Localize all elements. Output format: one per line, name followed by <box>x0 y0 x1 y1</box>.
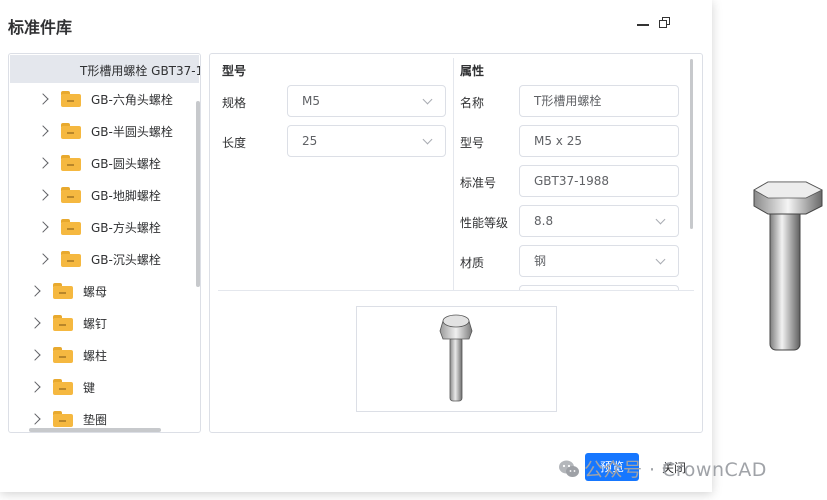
bolt-preview-icon <box>439 314 473 402</box>
folder-icon <box>53 315 73 331</box>
folder-icon <box>61 123 81 139</box>
chevron-down-icon <box>422 134 433 145</box>
tree-item[interactable]: GB-地脚螺栓 <box>37 183 161 207</box>
length-value: 25 <box>302 134 318 148</box>
chevron-right-icon[interactable] <box>37 189 49 201</box>
chevron-down-icon <box>422 94 433 105</box>
folder-icon <box>53 411 73 427</box>
chevron-right-icon[interactable] <box>37 253 49 265</box>
tree-item[interactable]: GB-半圆头螺栓 <box>37 119 173 143</box>
section-divider <box>453 58 454 290</box>
folder-icon <box>61 219 81 235</box>
material-label: 材质 <box>460 256 485 270</box>
tree-vertical-scrollbar[interactable] <box>196 101 200 287</box>
tree-item-label: GB-沉头螺栓 <box>91 252 161 267</box>
minimize-icon[interactable] <box>636 16 650 30</box>
folder-icon <box>61 187 81 203</box>
watermark-text: 公众号 · CrownCAD <box>584 459 767 481</box>
chevron-right-icon[interactable] <box>37 221 49 233</box>
tree-item-label: 螺钉 <box>83 316 108 331</box>
watermark: 公众号 · CrownCAD <box>558 455 767 482</box>
material-value: 钢 <box>534 254 547 268</box>
bolt-3d-icon <box>753 181 823 351</box>
folder-icon <box>53 283 73 299</box>
folder-icon <box>53 379 73 395</box>
tree-item[interactable]: 螺母 <box>29 279 108 303</box>
chevron-right-icon[interactable] <box>37 157 49 169</box>
tree-item-label: T形槽用螺栓 GBT37-1 <box>80 64 201 78</box>
chevron-right-icon[interactable] <box>37 125 49 137</box>
chevron-right-icon[interactable] <box>29 349 41 361</box>
folder-icon <box>61 155 81 171</box>
chevron-right-icon[interactable] <box>29 381 41 393</box>
chevron-down-icon <box>655 214 666 225</box>
tree-item-label: 垫圈 <box>83 412 108 427</box>
preview-image <box>356 306 557 412</box>
spec-select[interactable]: M5 <box>287 85 446 117</box>
tree-item-label: 键 <box>83 380 96 395</box>
tree-item-label: GB-地脚螺栓 <box>91 188 161 203</box>
tree-item-selected[interactable]: T形槽用螺栓 GBT37-1 <box>10 55 201 83</box>
name-label: 名称 <box>460 96 485 110</box>
tree-horizontal-scrollbar[interactable] <box>29 428 161 432</box>
tree-item[interactable]: GB-方头螺栓 <box>37 215 161 239</box>
dialog-title: 标准件库 <box>8 18 73 37</box>
material-select[interactable]: 钢 <box>519 245 679 277</box>
tree-item-label: GB-方头螺栓 <box>91 220 161 235</box>
model-section-title: 型号 <box>222 64 247 78</box>
wechat-icon <box>559 460 579 477</box>
chevron-right-icon[interactable] <box>37 93 49 105</box>
standard-parts-dialog: 标准件库 T形槽用螺栓 GBT37-1 GB-六角头螺栓 GB-半圆头螺栓 GB… <box>0 0 712 492</box>
tree-item[interactable]: 螺柱 <box>29 343 108 367</box>
chevron-right-icon[interactable] <box>29 413 41 425</box>
model-field[interactable]: M5 x 25 <box>519 125 679 157</box>
restore-icon[interactable] <box>658 16 672 30</box>
name-value: T形槽用螺栓 <box>534 94 602 108</box>
tree-item[interactable]: GB-圆头螺栓 <box>37 151 161 175</box>
folder-icon <box>61 251 81 267</box>
chevron-right-icon[interactable] <box>29 285 41 297</box>
tree-item-label: GB-六角头螺栓 <box>91 92 173 107</box>
tree-item[interactable]: GB-六角头螺栓 <box>37 87 173 111</box>
tree-item-label: 螺柱 <box>83 348 108 363</box>
grade-value: 8.8 <box>534 214 554 228</box>
length-label: 长度 <box>222 136 247 150</box>
tree-item-label: GB-半圆头螺栓 <box>91 124 173 139</box>
grade-label: 性能等级 <box>460 216 509 230</box>
chevron-right-icon[interactable] <box>29 317 41 329</box>
preview-divider <box>218 290 694 291</box>
standard-field[interactable]: GBT37-1988 <box>519 165 679 197</box>
chevron-down-icon <box>655 254 666 265</box>
model-value: M5 x 25 <box>534 134 582 148</box>
grade-select[interactable]: 8.8 <box>519 205 679 237</box>
name-field[interactable]: T形槽用螺栓 <box>519 85 679 117</box>
standard-value: GBT37-1988 <box>534 174 609 188</box>
parameter-panel: 型号 规格 M5 长度 25 属性 名称 T形槽用螺栓 型号 M5 x 25 标… <box>209 53 703 433</box>
props-vertical-scrollbar[interactable] <box>690 59 693 229</box>
length-select[interactable]: 25 <box>287 125 446 157</box>
spec-value: M5 <box>302 94 320 108</box>
props-section-title: 属性 <box>460 64 485 78</box>
folder-icon <box>61 91 81 107</box>
category-tree: T形槽用螺栓 GBT37-1 GB-六角头螺栓 GB-半圆头螺栓 GB-圆头螺栓… <box>8 53 201 433</box>
tree-item-label: GB-圆头螺栓 <box>91 156 161 171</box>
folder-icon <box>53 347 73 363</box>
standard-label: 标准号 <box>460 176 497 190</box>
tree-item[interactable]: 键 <box>29 375 96 399</box>
model-label: 型号 <box>460 136 485 150</box>
tree-item-label: 螺母 <box>83 284 108 299</box>
tree-item[interactable]: 螺钉 <box>29 311 108 335</box>
spec-label: 规格 <box>222 96 247 110</box>
tree-item[interactable]: GB-沉头螺栓 <box>37 247 161 271</box>
